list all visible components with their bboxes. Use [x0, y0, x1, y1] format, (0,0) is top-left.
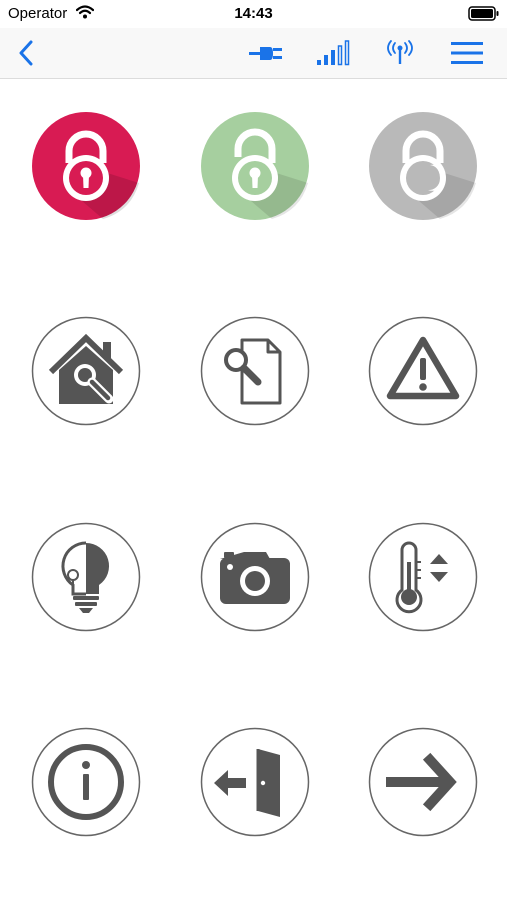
lock-unknown-icon — [369, 112, 477, 220]
lock-open-icon — [201, 112, 309, 220]
plug-icon — [249, 47, 282, 60]
lock-status-button[interactable] — [368, 111, 478, 221]
navigation-bar — [0, 28, 507, 79]
menu-button[interactable] — [446, 28, 488, 78]
power-button[interactable] — [246, 28, 286, 78]
info-button[interactable] — [31, 727, 141, 837]
signal-strength-icon — [317, 40, 350, 66]
lock-button[interactable] — [31, 111, 141, 221]
exit-button[interactable] — [200, 727, 310, 837]
document-search-button[interactable] — [200, 316, 310, 426]
chevron-left-icon — [19, 40, 33, 66]
camera-button[interactable] — [200, 522, 310, 632]
next-button[interactable] — [368, 727, 478, 837]
thermostat-button[interactable] — [368, 522, 478, 632]
unlock-button[interactable] — [200, 111, 310, 221]
arrow-right-icon — [368, 727, 478, 837]
status-time: 14:43 — [234, 5, 273, 22]
antenna-button[interactable] — [380, 28, 420, 78]
thermometer-icon — [368, 522, 478, 632]
battery-icon — [468, 6, 499, 21]
lightbulb-icon — [31, 522, 141, 632]
house-search-icon — [31, 316, 141, 426]
warning-button[interactable] — [368, 316, 478, 426]
antenna-icon — [387, 40, 413, 64]
lock-closed-icon — [32, 112, 140, 220]
camera-icon — [200, 522, 310, 632]
light-button[interactable] — [31, 522, 141, 632]
exit-door-icon — [200, 727, 310, 837]
document-search-icon — [200, 316, 310, 426]
warning-icon — [368, 316, 478, 426]
status-bar: Operator 14:43 — [0, 0, 507, 28]
house-search-button[interactable] — [31, 316, 141, 426]
info-icon — [31, 727, 141, 837]
back-button[interactable] — [6, 28, 46, 78]
signal-button[interactable] — [314, 28, 352, 78]
menu-icon — [451, 42, 483, 64]
